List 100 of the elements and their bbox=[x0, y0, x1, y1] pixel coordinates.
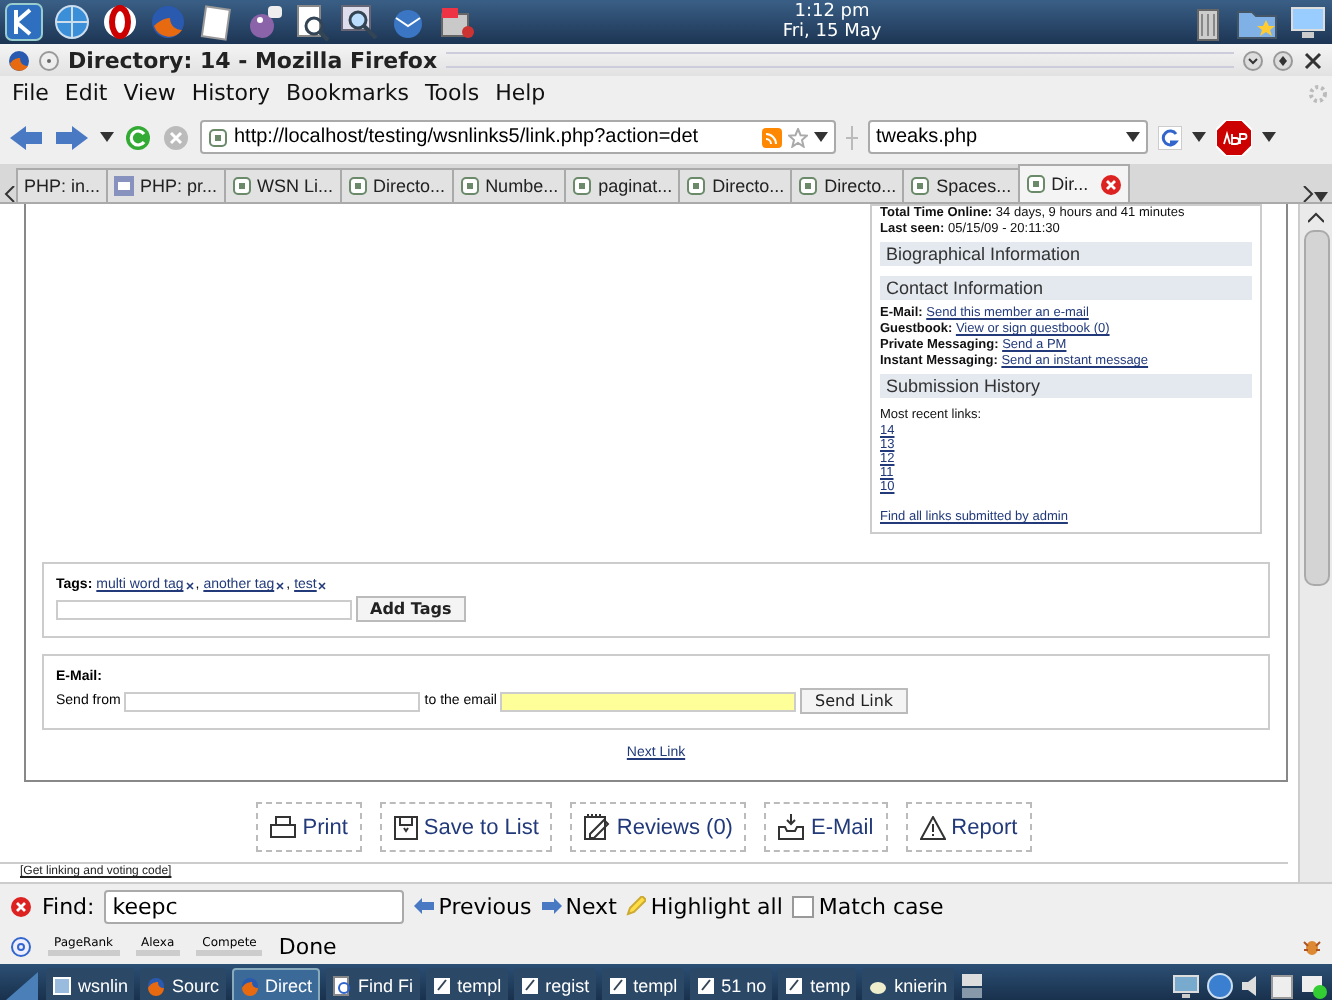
browser-tab[interactable]: paginat... bbox=[564, 168, 681, 202]
hand-app-icon bbox=[868, 976, 889, 996]
window-app-icon bbox=[52, 976, 72, 996]
tab-list-icon[interactable] bbox=[1314, 192, 1328, 202]
browser-tab[interactable]: Directo... bbox=[790, 168, 905, 202]
from-email-input[interactable] bbox=[124, 691, 421, 711]
remove-tag-icon[interactable] bbox=[276, 581, 285, 589]
next-button[interactable]: Next bbox=[541, 893, 617, 919]
reload-icon[interactable] bbox=[124, 123, 152, 151]
fox-globe-icon[interactable] bbox=[148, 2, 188, 42]
menu-item[interactable]: Bookmarks bbox=[277, 80, 417, 106]
action-button[interactable]: Report bbox=[905, 802, 1032, 852]
menu-item[interactable]: Edit bbox=[56, 80, 116, 106]
taskbar-item[interactable]: Find Fi bbox=[326, 968, 420, 1000]
monitor-icon[interactable] bbox=[1288, 2, 1328, 42]
browser-tab[interactable]: PHP: in... bbox=[16, 168, 109, 202]
previous-button[interactable]: Previous bbox=[414, 893, 532, 919]
menu-item[interactable]: Help bbox=[487, 80, 554, 106]
browser-tab[interactable]: PHP: pr... bbox=[106, 168, 226, 202]
forward-arrow-icon[interactable] bbox=[54, 123, 90, 151]
action-button[interactable]: Reviews (0) bbox=[570, 802, 747, 852]
scroll-right-icon[interactable] bbox=[1302, 186, 1314, 202]
menu-item[interactable]: View bbox=[115, 80, 184, 106]
menu-item[interactable]: History bbox=[183, 80, 278, 106]
taskbar-item[interactable]: wsnlin bbox=[46, 968, 135, 1000]
throbber-icon bbox=[1308, 83, 1328, 103]
dropdown-caret-icon[interactable] bbox=[1192, 132, 1206, 142]
remove-tag-icon[interactable] bbox=[318, 581, 327, 589]
taskbar-item[interactable]: temp bbox=[778, 968, 857, 1000]
scrollbar[interactable] bbox=[1298, 204, 1332, 882]
globe-icon[interactable] bbox=[52, 2, 92, 42]
page-icon bbox=[686, 176, 707, 196]
dropdown-caret-icon[interactable] bbox=[1262, 132, 1276, 142]
editor-app-icon bbox=[519, 976, 540, 996]
close-icon[interactable] bbox=[10, 895, 32, 917]
back-arrow-icon[interactable] bbox=[8, 123, 44, 151]
bug-icon bbox=[1302, 936, 1322, 956]
send-link-button[interactable]: Send Link bbox=[800, 688, 908, 714]
taskbar-item[interactable]: templ bbox=[601, 968, 684, 1000]
k-menu-icon[interactable] bbox=[4, 2, 44, 42]
scrollbar-thumb[interactable] bbox=[1303, 230, 1329, 586]
remove-tag-icon[interactable] bbox=[185, 581, 194, 589]
browser-tab[interactable]: Spaces... bbox=[902, 168, 1020, 202]
taskbar-item[interactable]: Direct bbox=[231, 968, 321, 1000]
taskbar-item[interactable]: 51 no bbox=[689, 968, 773, 1000]
page-icon bbox=[459, 176, 480, 196]
scroll-left-icon[interactable] bbox=[4, 186, 16, 202]
star-icon[interactable] bbox=[788, 127, 808, 147]
package-icon[interactable] bbox=[436, 2, 476, 42]
browser-app-icon bbox=[146, 976, 167, 996]
menu-circle-icon[interactable] bbox=[38, 49, 60, 71]
stop-sign-icon[interactable] bbox=[1216, 119, 1252, 155]
action-button[interactable]: Save to List bbox=[379, 802, 553, 852]
action-button[interactable]: E-Mail bbox=[764, 802, 888, 852]
match-case-checkbox[interactable]: Match case bbox=[792, 893, 944, 919]
action-button[interactable]: Print bbox=[256, 802, 362, 852]
taskbar-item[interactable]: regist bbox=[513, 968, 596, 1000]
scroll-up-icon[interactable] bbox=[1308, 212, 1324, 224]
highlight-all-button[interactable]: Highlight all bbox=[626, 893, 783, 919]
browser-app-icon bbox=[239, 976, 260, 996]
document-search-icon[interactable] bbox=[292, 2, 332, 42]
address-bar[interactable]: http://localhost/testing/wsnlinks5/link.php?action=det bbox=[200, 120, 836, 154]
globe-icon[interactable] bbox=[1206, 972, 1234, 1000]
browser-tab[interactable]: WSN Li... bbox=[223, 168, 342, 202]
editor-app-icon bbox=[695, 976, 716, 996]
clipboard-icon[interactable] bbox=[1270, 972, 1294, 1000]
magnifier-icon[interactable] bbox=[340, 2, 380, 42]
network-monitor-icon[interactable] bbox=[1172, 972, 1200, 1000]
tag-input[interactable] bbox=[56, 599, 352, 619]
close-icon[interactable] bbox=[1302, 49, 1324, 71]
dropdown-caret-icon[interactable] bbox=[814, 132, 828, 142]
close-tab-icon[interactable] bbox=[1100, 173, 1123, 195]
bird-icon[interactable] bbox=[244, 2, 284, 42]
chat-status-icon[interactable] bbox=[1300, 972, 1328, 1000]
browser-tab[interactable]: Dir... bbox=[1017, 164, 1131, 202]
taskbar-item[interactable]: templ bbox=[425, 968, 508, 1000]
highlighter-icon bbox=[626, 896, 647, 916]
dropdown-caret-icon[interactable] bbox=[100, 132, 114, 142]
search-engine-icon[interactable] bbox=[1158, 125, 1182, 149]
pager-icon[interactable] bbox=[959, 972, 984, 1000]
search-field[interactable]: tweaks.php bbox=[868, 120, 1148, 154]
add-tags-button[interactable]: Add Tags bbox=[356, 596, 466, 622]
to-email-input[interactable] bbox=[500, 691, 797, 711]
find-field[interactable]: keepc bbox=[104, 889, 405, 923]
page-icon bbox=[347, 176, 368, 196]
clock-date: Fri, 15 May bbox=[782, 22, 882, 42]
taskbar-item[interactable]: knierin bbox=[862, 968, 954, 1000]
clock-time: 1:12 pm bbox=[794, 2, 870, 22]
dropdown-caret-icon[interactable] bbox=[1126, 132, 1140, 142]
page-icon bbox=[208, 127, 228, 147]
maximize-icon[interactable] bbox=[1272, 49, 1294, 71]
desktop-icon[interactable] bbox=[4, 970, 40, 1000]
menu-item[interactable]: Tools bbox=[416, 80, 488, 106]
menu-item[interactable]: File bbox=[4, 80, 57, 106]
browser-tab[interactable]: Directo... bbox=[339, 168, 454, 202]
browser-tab[interactable]: Directo... bbox=[678, 168, 793, 202]
ring-icon[interactable] bbox=[100, 2, 140, 42]
taskbar-item[interactable]: Sourc bbox=[140, 968, 226, 1000]
minimize-icon[interactable] bbox=[1242, 49, 1264, 71]
browser-tab[interactable]: Numbe... bbox=[451, 168, 567, 202]
